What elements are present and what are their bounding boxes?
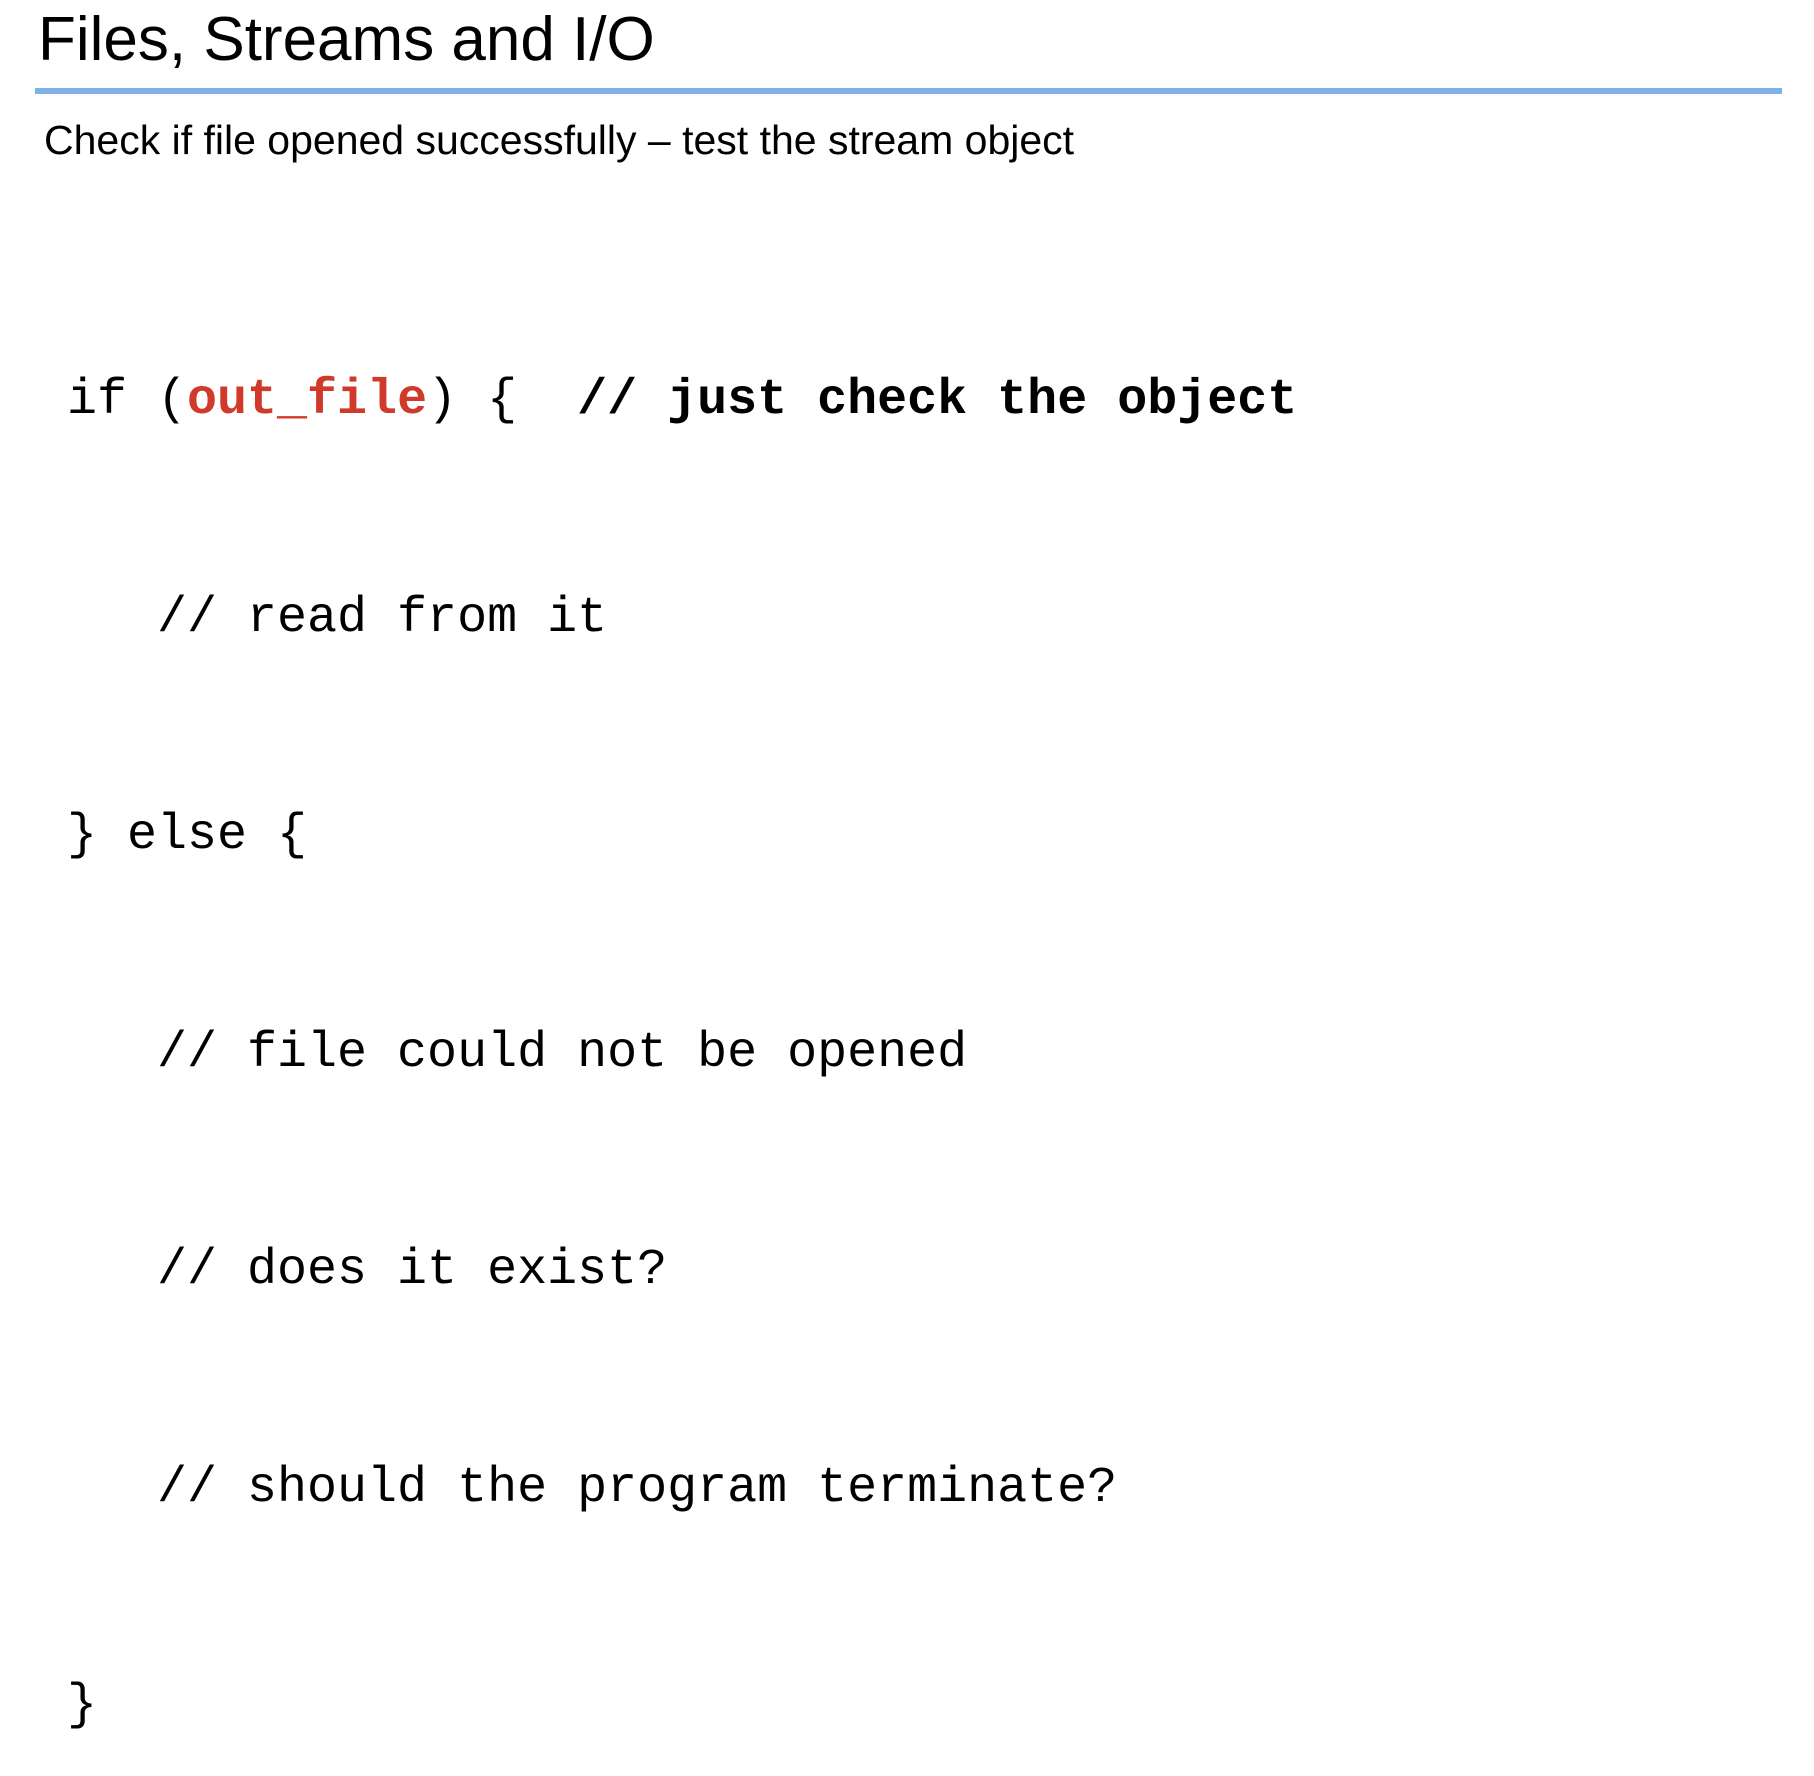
code-line: // should the program terminate? — [67, 1459, 1118, 1517]
code-line: if (out_file) { // just check the object — [67, 365, 1297, 438]
slide-title: Files, Streams and I/O — [38, 5, 655, 74]
highlighted-variable: out_file — [187, 372, 428, 429]
code-line: } else { — [67, 807, 308, 864]
code-text: ) { — [427, 372, 578, 429]
code-block: if (out_file) { // just check the object… — [67, 220, 1297, 1776]
code-line: // read from it — [67, 589, 608, 647]
slide-subtitle: Check if file opened successfully – test… — [44, 117, 1075, 163]
code-comment-bold: // just check the object — [577, 372, 1298, 429]
code-line: // does it exist? — [67, 1242, 668, 1299]
code-keyword: if ( — [67, 372, 188, 429]
code-line: // file could not be opened — [67, 1024, 968, 1082]
code-line: } — [67, 1677, 98, 1734]
title-divider — [35, 88, 1782, 94]
